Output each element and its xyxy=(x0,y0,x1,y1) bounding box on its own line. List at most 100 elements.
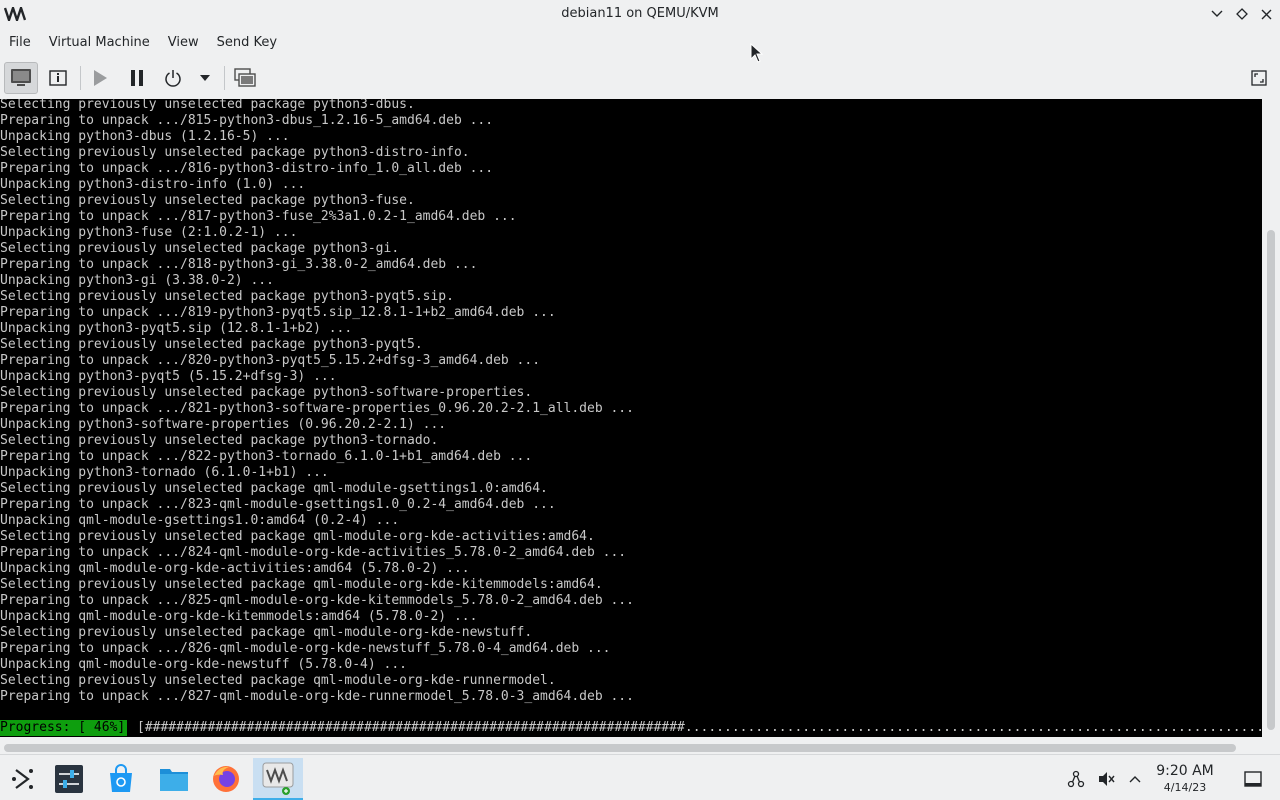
menu-file[interactable]: File xyxy=(0,30,40,56)
terminal-line: Preparing to unpack .../826-qml-module-o… xyxy=(0,641,611,656)
mouse-pointer-icon xyxy=(750,43,764,63)
progress-row: Progress: [ 46%] [######################… xyxy=(0,720,1262,736)
dropdown-arrow-icon xyxy=(200,75,210,81)
minimize-button[interactable] xyxy=(1208,5,1226,23)
terminal-line: Selecting previously unselected package … xyxy=(0,481,548,496)
terminal-line: Unpacking qml-module-org-kde-kitemmodels… xyxy=(0,609,478,624)
terminal-line: Preparing to unpack .../827-qml-module-o… xyxy=(0,689,634,704)
console-view-button[interactable] xyxy=(4,62,38,94)
shutdown-menu-button[interactable] xyxy=(194,62,216,94)
discover-store-button[interactable] xyxy=(98,758,144,800)
file-manager-button[interactable] xyxy=(151,758,197,800)
horizontal-scrollbar-thumb[interactable] xyxy=(4,744,1236,752)
terminal-line: Preparing to unpack .../819-python3-pyqt… xyxy=(0,305,556,320)
terminal-line: Unpacking python3-pyqt5 (5.15.2+dfsg-3) … xyxy=(0,369,337,384)
progress-label: Progress: [ 46%] xyxy=(0,720,128,736)
toolbar-separator xyxy=(224,66,225,90)
menu-view[interactable]: View xyxy=(159,30,208,56)
vertical-scrollbar[interactable] xyxy=(1262,99,1280,737)
terminal-line: Selecting previously unselected package … xyxy=(0,337,423,352)
terminal-line: Unpacking qml-module-gsettings1.0:amd64 … xyxy=(0,513,400,528)
terminal-line: Unpacking python3-dbus (1.2.16-5) ... xyxy=(0,129,290,144)
terminal-line: Preparing to unpack .../822-python3-torn… xyxy=(0,449,533,464)
close-icon xyxy=(1261,9,1271,19)
pause-button[interactable] xyxy=(122,62,152,94)
fullscreen-icon xyxy=(1251,70,1267,86)
pause-icon xyxy=(131,70,143,86)
progress-bar: [#######################################… xyxy=(137,720,1262,735)
maximize-button[interactable] xyxy=(1233,5,1251,23)
terminal-line: Preparing to unpack .../825-qml-module-o… xyxy=(0,593,634,608)
terminal-line: Selecting previously unselected package … xyxy=(0,241,400,256)
window-titlebar[interactable]: debian11 on QEMU/KVM xyxy=(0,0,1280,28)
window-title: debian11 on QEMU/KVM xyxy=(561,6,719,21)
horizontal-scrollbar[interactable] xyxy=(0,740,1262,754)
terminal-line: Preparing to unpack .../824-qml-module-o… xyxy=(0,545,627,560)
firefox-button[interactable] xyxy=(203,758,249,800)
terminal-line: Selecting previously unselected package … xyxy=(0,673,556,688)
network-tray-button[interactable] xyxy=(1066,769,1086,789)
chevron-down-icon xyxy=(1211,10,1223,17)
firefox-icon xyxy=(213,766,239,792)
terminal-line: Selecting previously unselected package … xyxy=(0,625,533,640)
details-view-button[interactable] xyxy=(42,62,74,94)
taskbar: 9:20 AM 4/14/23 xyxy=(0,754,1280,800)
snapshots-button[interactable] xyxy=(230,62,260,94)
terminal-line: Selecting previously unselected package … xyxy=(0,289,454,304)
terminal-line: Unpacking python3-fuse (2:1.0.2-1) ... xyxy=(0,225,298,240)
toolbar-separator xyxy=(80,66,81,90)
virt-manager-icon xyxy=(262,762,294,795)
tray-expand-button[interactable] xyxy=(1125,769,1145,789)
terminal-line: Selecting previously unselected package … xyxy=(0,385,533,400)
fullscreen-button[interactable] xyxy=(1246,62,1272,94)
menu-bar: File Virtual Machine View Send Key xyxy=(0,30,1280,56)
application-launcher-icon xyxy=(12,769,33,789)
terminal-line: Unpacking python3-gi (3.38.0-2) ... xyxy=(0,273,274,288)
vm-console[interactable]: Selecting previously unselected package … xyxy=(0,99,1262,737)
terminal-line: Unpacking python3-software-properties (0… xyxy=(0,417,447,432)
system-settings-button[interactable] xyxy=(46,758,92,800)
monitor-icon xyxy=(11,69,31,86)
terminal-line: Unpacking qml-module-org-kde-newstuff (5… xyxy=(0,657,407,672)
terminal-line: Selecting previously unselected package … xyxy=(0,529,595,544)
terminal-line: Selecting previously unselected package … xyxy=(0,99,415,112)
terminal-line: Preparing to unpack .../823-qml-module-g… xyxy=(0,497,556,512)
menu-send-key[interactable]: Send Key xyxy=(208,30,286,56)
application-launcher-button[interactable] xyxy=(0,758,46,800)
power-icon xyxy=(165,70,181,87)
terminal-line: Preparing to unpack .../816-python3-dist… xyxy=(0,161,494,176)
vertical-scrollbar-thumb[interactable] xyxy=(1267,230,1275,730)
discover-store-icon xyxy=(110,764,132,792)
terminal-line: Preparing to unpack .../815-python3-dbus… xyxy=(0,113,494,128)
toolbar xyxy=(0,58,1280,98)
terminal-line: Unpacking python3-pyqt5.sip (12.8.1-1+b2… xyxy=(0,321,353,336)
terminal-line: Preparing to unpack .../821-python3-soft… xyxy=(0,401,634,416)
volume-tray-button[interactable] xyxy=(1096,769,1116,789)
clock-time[interactable]: 9:20 AM xyxy=(1150,763,1220,779)
terminal-line: Selecting previously unselected package … xyxy=(0,577,603,592)
info-icon xyxy=(49,70,67,86)
network-icon xyxy=(1067,770,1085,788)
virt-manager-task-button[interactable] xyxy=(253,758,303,800)
terminal-output: Selecting previously unselected package … xyxy=(0,99,634,705)
run-button[interactable] xyxy=(86,62,114,94)
clock-date[interactable]: 4/14/23 xyxy=(1150,781,1220,794)
close-button[interactable] xyxy=(1257,5,1275,23)
terminal-line: Selecting previously unselected package … xyxy=(0,145,470,160)
terminal-line: Selecting previously unselected package … xyxy=(0,193,415,208)
show-desktop-icon xyxy=(1244,771,1262,787)
terminal-line: Preparing to unpack .../817-python3-fuse… xyxy=(0,209,517,224)
volume-muted-icon xyxy=(1099,772,1115,786)
terminal-line: Preparing to unpack .../820-python3-pyqt… xyxy=(0,353,541,368)
terminal-line: Unpacking python3-distro-info (1.0) ... xyxy=(0,177,306,192)
terminal-line: Preparing to unpack .../818-python3-gi_3… xyxy=(0,257,478,272)
show-desktop-button[interactable] xyxy=(1243,769,1263,789)
shutdown-button[interactable] xyxy=(158,62,188,94)
diamond-icon xyxy=(1236,8,1248,20)
play-icon xyxy=(94,70,107,86)
snapshots-icon xyxy=(234,68,256,87)
menu-virtual-machine[interactable]: Virtual Machine xyxy=(40,30,159,56)
terminal-line: Unpacking qml-module-org-kde-activities:… xyxy=(0,561,470,576)
terminal-line: Selecting previously unselected package … xyxy=(0,433,439,448)
system-settings-icon xyxy=(55,765,83,793)
